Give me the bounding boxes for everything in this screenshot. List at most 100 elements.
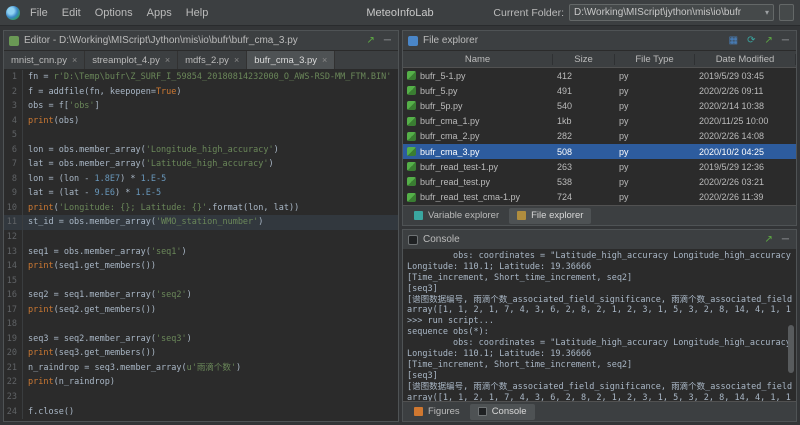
float-panel-icon[interactable]: ↗ (763, 36, 775, 46)
tab-console[interactable]: Console (470, 404, 535, 420)
file-row[interactable]: bufr_5p.py540py2020/2/14 10:38 (403, 98, 796, 113)
console-scrollbar-thumb[interactable] (788, 325, 794, 373)
current-folder-combobox[interactable]: D:\Working\MIScript\jython\mis\io\bufr ▾ (569, 4, 774, 21)
table-icon (414, 211, 423, 220)
line-number: 19 (4, 332, 23, 347)
tab-label: File explorer (531, 210, 583, 221)
file-row[interactable]: bufr_cma_3.py508py2020/10/2 04:25 (403, 144, 796, 159)
code-line[interactable]: 12 (4, 230, 398, 245)
code-line[interactable]: 21n_raindrop = seq3.member_array(u'雨滴个数'… (4, 361, 398, 376)
tab-close-icon[interactable]: × (322, 55, 327, 65)
code-text: st_id = obs.member_array('WMO_station_nu… (23, 215, 263, 230)
code-line[interactable]: 15 (4, 274, 398, 289)
console-header: Console ↗ ─ (403, 230, 796, 250)
file-row[interactable]: bufr_cma_2.py282py2020/2/26 14:08 (403, 129, 796, 144)
code-line[interactable]: 9lat = (lat - 9.E6) * 1.E-5 (4, 186, 398, 201)
file-type: py (615, 192, 695, 202)
tab-close-icon[interactable]: × (165, 55, 170, 65)
code-text: seq2 = seq1.member_array('seq2') (23, 288, 192, 303)
code-line[interactable]: 1fn = r'D:\Temp\bufr\Z_SURF_I_59854_2018… (4, 70, 398, 85)
file-name-cell: bufr_read_test.py (403, 177, 553, 187)
code-line[interactable]: 11st_id = obs.member_array('WMO_station_… (4, 215, 398, 230)
refresh-icon[interactable]: ⟳ (745, 36, 757, 46)
menu-item-apps[interactable]: Apps (141, 4, 178, 22)
file-row[interactable]: bufr_read_test.py538py2020/2/26 03:21 (403, 174, 796, 189)
menu-item-options[interactable]: Options (89, 4, 139, 22)
console-output[interactable]: obs: coordinates = "Latitude_high_accura… (403, 250, 796, 401)
minimize-panel-icon[interactable]: ─ (382, 36, 393, 46)
minimize-panel-icon[interactable]: ─ (780, 235, 791, 245)
code-line[interactable]: 23 (4, 390, 398, 405)
tab-label: Console (492, 406, 527, 417)
code-text: lat = obs.member_array('Latitude_high_ac… (23, 157, 274, 172)
code-line[interactable]: 18 (4, 317, 398, 332)
file-name: bufr_read_test-1.py (420, 162, 498, 172)
code-line[interactable]: 16seq2 = seq1.member_array('seq2') (4, 288, 398, 303)
editor-tab-bufr_cma_3-py[interactable]: bufr_cma_3.py× (247, 51, 335, 69)
grid-view-icon[interactable]: ▦ (727, 36, 740, 46)
column-header-size[interactable]: Size (553, 54, 615, 65)
browse-folder-button[interactable] (779, 4, 794, 21)
console-line: [seq3] (407, 371, 792, 382)
console-line: obs: coordinates = "Latitude_high_accura… (407, 338, 792, 349)
code-line[interactable]: 13seq1 = obs.member_array('seq1') (4, 245, 398, 260)
code-line[interactable]: 8lon = (lon - 1.8E7) * 1.E-5 (4, 172, 398, 187)
column-header-date[interactable]: Date Modified (695, 54, 796, 65)
float-panel-icon[interactable]: ↗ (365, 36, 377, 46)
code-line[interactable]: 5 (4, 128, 398, 143)
tab-close-icon[interactable]: × (72, 55, 77, 65)
code-line[interactable]: 6lon = obs.member_array('Longitude_high_… (4, 143, 398, 158)
tab-variable-explorer[interactable]: Variable explorer (406, 208, 507, 224)
code-line[interactable]: 3obs = f['obs'] (4, 99, 398, 114)
line-number: 18 (4, 317, 23, 332)
file-row[interactable]: bufr_read_test_cma-1.py724py2020/2/26 11… (403, 190, 796, 205)
file-date: 2019/5/29 03:45 (695, 71, 796, 81)
menu-item-file[interactable]: File (24, 4, 54, 22)
code-line[interactable]: 2f = addfile(fn, keepopen=True) (4, 85, 398, 100)
file-size: 282 (553, 131, 615, 141)
file-date: 2020/2/26 03:21 (695, 177, 796, 187)
line-number: 2 (4, 85, 23, 100)
code-text: print(seq1.get_members()) (23, 259, 156, 274)
editor-tab-mnist_cnn-py[interactable]: mnist_cnn.py× (4, 51, 85, 69)
file-row[interactable]: bufr_cma_1.py1kbpy2020/11/25 10:00 (403, 114, 796, 129)
code-text: seq3 = seq2.member_array('seq3') (23, 332, 192, 347)
code-text: obs = f['obs'] (23, 99, 100, 114)
minimize-panel-icon[interactable]: ─ (780, 36, 791, 46)
code-line[interactable]: 22print(n_raindrop) (4, 375, 398, 390)
code-line[interactable]: 10print('Longitude: {}; Latitude: {}'.fo… (4, 201, 398, 216)
tab-figures[interactable]: Figures (406, 404, 468, 420)
console-line: obs: coordinates = "Latitude_high_accura… (407, 251, 792, 262)
code-line[interactable]: 17print(seq2.get_members()) (4, 303, 398, 318)
code-text (23, 128, 28, 143)
editor-panel-header: Editor - D:\Working\MIScript\Jython\mis\… (4, 31, 398, 51)
code-line[interactable]: 4print(obs) (4, 114, 398, 129)
menu-item-edit[interactable]: Edit (56, 4, 87, 22)
column-header-name[interactable]: Name (403, 54, 553, 65)
chevron-down-icon[interactable]: ▾ (765, 8, 769, 17)
file-row[interactable]: bufr_5.py491py2020/2/26 09:11 (403, 83, 796, 98)
line-number: 21 (4, 361, 23, 376)
float-panel-icon[interactable]: ↗ (763, 235, 775, 245)
code-line[interactable]: 14print(seq1.get_members()) (4, 259, 398, 274)
file-size: 508 (553, 147, 615, 157)
line-number: 11 (4, 215, 23, 230)
menu-item-help[interactable]: Help (180, 4, 215, 22)
file-row[interactable]: bufr_read_test-1.py263py2019/5/29 12:36 (403, 159, 796, 174)
code-editor[interactable]: 1fn = r'D:\Temp\bufr\Z_SURF_I_59854_2018… (4, 70, 398, 421)
editor-tab-mdfs_2-py[interactable]: mdfs_2.py× (178, 51, 247, 69)
tab-file-explorer[interactable]: File explorer (509, 208, 591, 224)
file-name: bufr_5.py (420, 86, 458, 96)
file-row[interactable]: bufr_5-1.py412py2019/5/29 03:45 (403, 68, 796, 83)
code-line[interactable]: 7lat = obs.member_array('Latitude_high_a… (4, 157, 398, 172)
column-header-type[interactable]: File Type (615, 54, 695, 65)
code-line[interactable]: 19seq3 = seq2.member_array('seq3') (4, 332, 398, 347)
code-line[interactable]: 24f.close() (4, 405, 398, 420)
line-number: 12 (4, 230, 23, 245)
editor-tab-streamplot_4-py[interactable]: streamplot_4.py× (85, 51, 178, 69)
tab-close-icon[interactable]: × (234, 55, 239, 65)
code-line[interactable]: 20print(seq3.get_members()) (4, 346, 398, 361)
line-number: 24 (4, 405, 23, 420)
file-size: 263 (553, 162, 615, 172)
file-date: 2020/2/26 14:08 (695, 131, 796, 141)
